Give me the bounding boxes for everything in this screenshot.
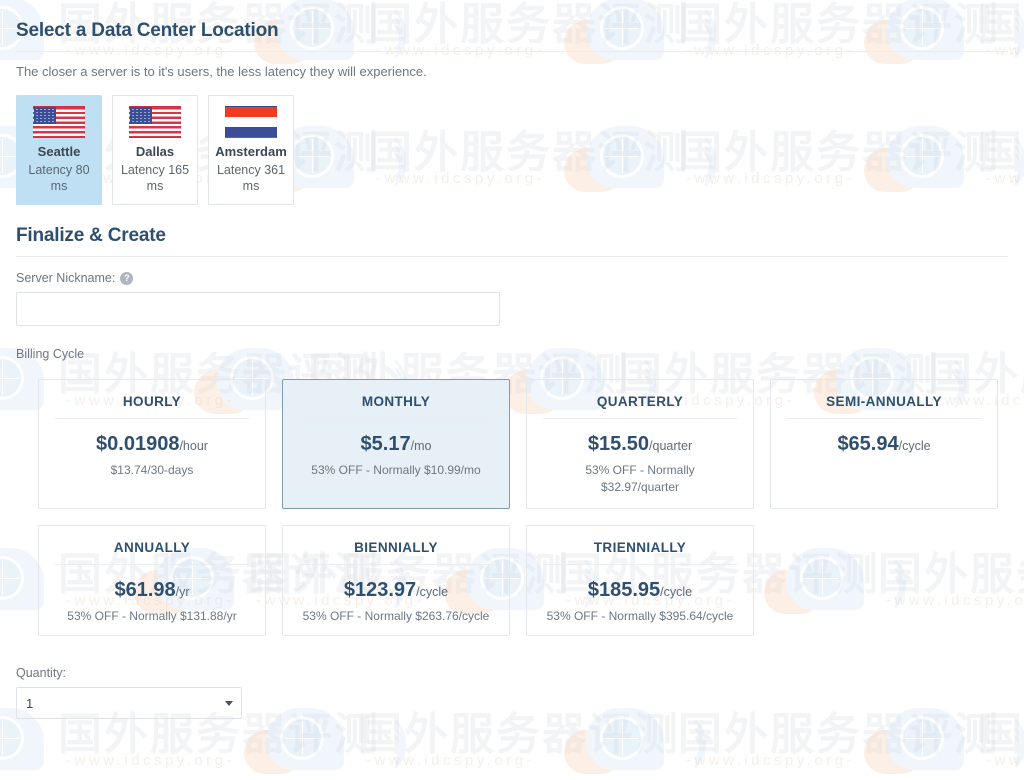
billing-cycle-title: HOURLY — [122, 394, 182, 409]
billing-cycle-discount-note: 53% OFF - Normally $32.97/quarter — [585, 463, 695, 495]
billing-cycle-card-quarterly[interactable]: QUARTERLY $15.50/quarter 53% OFF - Normall… — [526, 379, 754, 509]
billing-cycle-label: Billing Cycle — [16, 347, 85, 361]
location-card-seattle[interactable]: Seattle Latency 80 ms — [16, 95, 102, 205]
page-content: Select a Data Center Location The closer… — [0, 0, 1024, 720]
billing-cycle-card-monthly[interactable]: MONTHLY $5.17/mo 53% OFF - Normally $10.99… — [282, 379, 510, 509]
watermark-swoosh-icon — [642, 710, 712, 780]
billing-cycle-card-biennially[interactable]: BIENNIALLY $123.97/cycle 53% OFF - Normall… — [282, 525, 510, 637]
location-name: Dallas — [135, 144, 175, 160]
us-flag-icon — [33, 106, 85, 139]
billing-cycle-amount: $15.50 — [587, 433, 650, 455]
billing-cycle-title: ANNUALLY — [113, 540, 191, 555]
location-name: Amsterdam — [215, 144, 287, 160]
location-card-amsterdam[interactable]: Amsterdam Latency 361 ms — [208, 95, 294, 205]
billing-cycle-amount: $61.98 — [114, 579, 176, 601]
billing-cycle-price: $185.95/cycle — [537, 579, 743, 601]
finalize-section: Finalize & Create Server Nickname: ? Bil… — [16, 205, 1008, 720]
billing-cycle-discount-note: 53% OFF - Normally $263.76/cycle — [302, 609, 490, 623]
billing-cycle-title: MONTHLY — [361, 394, 431, 409]
quantity-select[interactable]: 12345 — [16, 687, 242, 720]
billing-cycle-card-list: HOURLY $0.01908/hour $13.74/30-days MONTHLY… — [16, 361, 1008, 637]
billing-cycle-card-hourly[interactable]: HOURLY $0.01908/hour $13.74/30-days — [38, 379, 266, 509]
datacenter-section-title: Select a Data Center Location — [16, 20, 279, 41]
billing-cycle-price: $61.98/yr — [49, 579, 255, 601]
card-divider — [543, 564, 737, 565]
card-divider — [787, 418, 981, 419]
billing-cycle-amount: $185.95 — [587, 579, 661, 601]
card-divider — [299, 418, 493, 419]
quantity-label: Quantity: — [16, 666, 67, 681]
billing-cycle-card-annually[interactable]: ANNUALLY $61.98/yr 53% OFF - Normally $131… — [38, 525, 266, 637]
watermark-text-url: -www.idcspy.org- — [66, 752, 236, 769]
watermark-text-url: -www.idcspy.org- — [686, 752, 856, 769]
server-nickname-label-text: Server Nickname: — [16, 271, 116, 285]
location-latency: Latency 165 ms — [120, 162, 190, 193]
us-flag-icon — [129, 106, 181, 139]
billing-cycle-discount-note: 53% OFF - Normally $10.99/mo — [311, 463, 481, 477]
billing-cycle-discount-note: $13.74/30-days — [110, 463, 194, 477]
billing-cycle-unit: /cycle — [898, 439, 931, 453]
billing-cycle-card-triennially[interactable]: TRIENNIALLY $185.95/cycle 53% OFF - Normal… — [526, 525, 754, 637]
billing-cycle-unit: /cycle — [660, 585, 693, 599]
billing-cycle-amount: $65.94 — [837, 433, 899, 455]
card-divider — [55, 564, 249, 565]
finalize-section-title: Finalize & Create — [16, 225, 166, 246]
billing-cycle-title: QUARTERLY — [596, 394, 684, 409]
billing-cycle-unit: /cycle — [416, 585, 449, 599]
datacenter-section: Select a Data Center Location The closer… — [16, 0, 1008, 205]
billing-cycle-unit: /mo — [410, 439, 432, 453]
datacenter-subtitle: The closer a server is to it's users, th… — [16, 64, 427, 79]
quantity-select-wrap: 12345 — [16, 687, 242, 720]
card-divider — [543, 418, 737, 419]
billing-cycle-price: $123.97/cycle — [293, 579, 499, 601]
server-nickname-label: Server Nickname: ? — [16, 257, 1008, 292]
billing-cycle-discount-note: 53% OFF - Normally $131.88/yr — [67, 609, 237, 623]
billing-cycle-amount: $123.97 — [343, 579, 417, 601]
location-latency: Latency 361 ms — [216, 162, 286, 193]
watermark-swoosh-icon — [962, 710, 1024, 780]
billing-cycle-unit: /quarter — [649, 439, 693, 453]
billing-cycle-title: SEMI-ANNUALLY — [826, 394, 942, 409]
card-divider — [55, 418, 249, 419]
location-latency: Latency 80 ms — [28, 162, 90, 193]
billing-cycle-price: $15.50/quarter — [537, 433, 743, 455]
billing-cycle-unit: /yr — [175, 585, 190, 599]
location-card-dallas[interactable]: Dallas Latency 165 ms — [112, 95, 198, 205]
server-nickname-input[interactable] — [16, 292, 500, 326]
location-card-list: Seattle Latency 80 ms Dallas Latency 165 ms… — [16, 79, 1008, 205]
help-icon[interactable]: ? — [120, 271, 134, 285]
watermark-text-url: -www.idcspy.org- — [366, 752, 536, 769]
billing-cycle-amount: $0.01908 — [96, 433, 180, 455]
billing-cycle-price: $5.17/mo — [293, 433, 499, 455]
billing-cycle-title: TRIENNIALLY — [593, 540, 687, 555]
location-name: Seattle — [37, 144, 81, 160]
nl-flag-icon — [225, 106, 277, 139]
watermark-text-url: -www.idcspy.org- — [986, 752, 1024, 769]
billing-cycle-unit: /hour — [179, 439, 208, 453]
billing-cycle-amount: $5.17 — [360, 433, 411, 455]
billing-cycle-price: $65.94/cycle — [781, 433, 987, 455]
billing-cycle-price: $0.01908/hour — [49, 433, 255, 455]
billing-cycle-discount-note: 53% OFF - Normally $395.64/cycle — [546, 609, 734, 623]
card-divider — [299, 564, 493, 565]
billing-cycle-title: BIENNIALLY — [354, 540, 438, 555]
billing-cycle-card-semi-annually[interactable]: SEMI-ANNUALLY $65.94/cycle — [770, 379, 998, 509]
watermark-swoosh-icon — [342, 710, 412, 780]
